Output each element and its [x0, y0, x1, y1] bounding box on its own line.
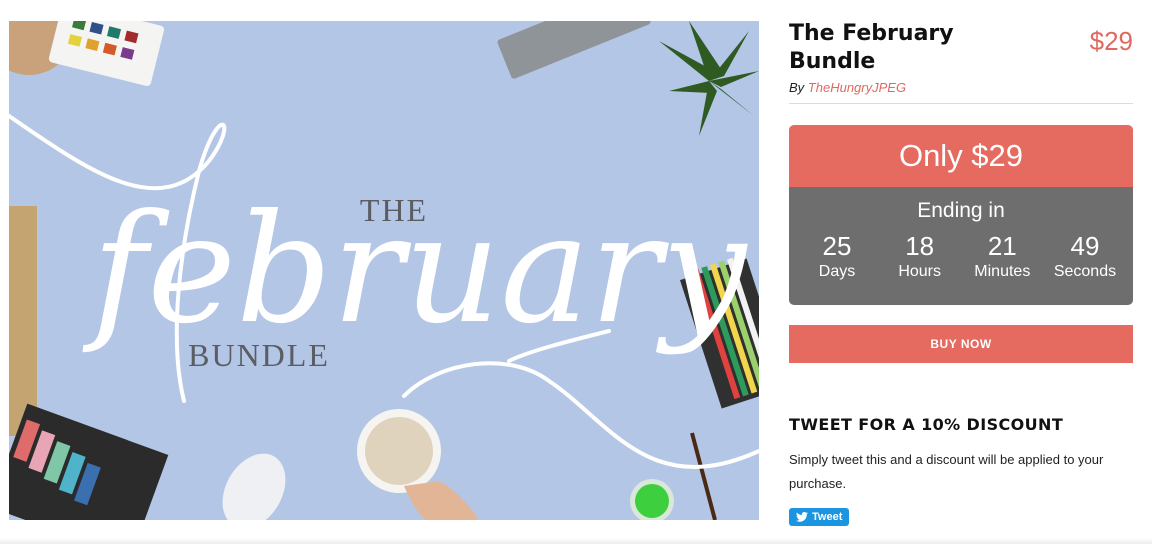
by-label: By — [789, 80, 805, 95]
deal-headline: Only $29 — [789, 125, 1133, 187]
author-link[interactable]: TheHungryJPEG — [808, 80, 906, 95]
countdown-unit: Days — [818, 263, 856, 280]
hero-illustration: february THE BUNDLE — [9, 21, 759, 520]
countdown-unit: Minutes — [974, 263, 1031, 280]
hero-the: THE — [360, 192, 428, 228]
tweet-discount-text: Simply tweet this and a discount will be… — [789, 452, 1104, 491]
product-image: february THE BUNDLE — [9, 21, 759, 520]
buy-now-button[interactable]: BUY NOW — [789, 325, 1133, 363]
countdown: 25 Days 18 Hours 21 Minutes 49 Seconds — [789, 223, 1133, 283]
countdown-seconds: 49 Seconds — [1045, 231, 1125, 283]
countdown-value: 49 — [1070, 231, 1100, 261]
tweet-button[interactable]: Tweet — [789, 508, 850, 526]
twitter-bird-icon — [796, 512, 808, 522]
product-title: The February Bundle — [789, 21, 954, 74]
title-row: The February Bundle $29 — [789, 20, 1133, 76]
countdown-value: 21 — [987, 231, 1017, 261]
countdown-value: 18 — [905, 231, 935, 261]
product-sidebar: The February Bundle $29 By TheHungryJPEG… — [789, 20, 1133, 527]
countdown-unit: Seconds — [1053, 263, 1117, 280]
hero-bundle: BUNDLE — [188, 337, 330, 373]
countdown-panel: Ending in 25 Days 18 Hours 21 Minutes 49… — [789, 187, 1133, 305]
byline: By TheHungryJPEG — [789, 80, 1133, 104]
tweet-discount-heading: TWEET FOR A 10% DISCOUNT — [789, 415, 1064, 434]
countdown-unit: Hours — [898, 263, 941, 280]
countdown-hours: 18 Hours — [880, 231, 960, 283]
product-price: $29 — [1089, 26, 1133, 56]
tweet-button-label: Tweet — [812, 511, 843, 523]
countdown-value: 25 — [822, 231, 852, 261]
notebook — [9, 206, 37, 436]
deal-box: Only $29 Ending in 25 Days 18 Hours 21 M… — [789, 125, 1133, 305]
countdown-minutes: 21 Minutes — [962, 231, 1042, 283]
countdown-days: 25 Days — [797, 231, 877, 283]
page-bottom-edge — [0, 538, 1152, 544]
ending-label: Ending in — [917, 199, 1005, 222]
